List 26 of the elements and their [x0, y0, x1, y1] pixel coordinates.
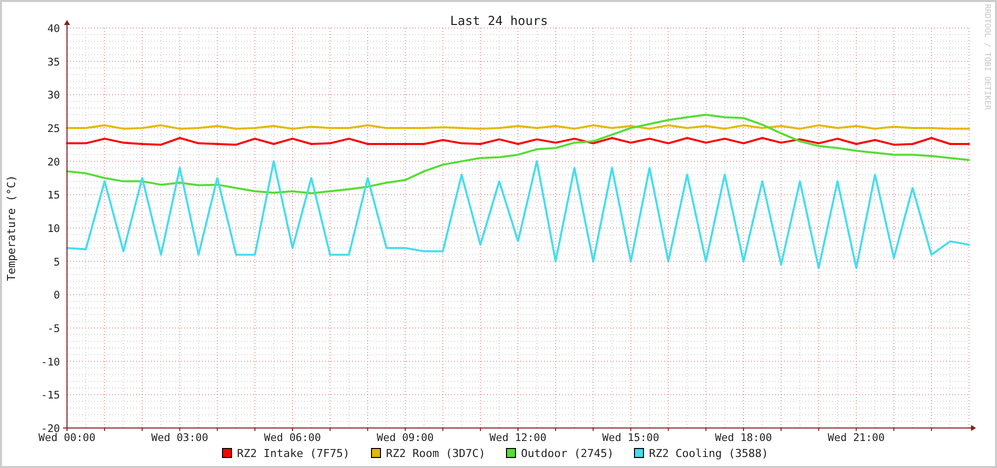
axis-tick-label: Wed 15:00 — [602, 432, 660, 444]
axis-tick-label: Wed 06:00 — [264, 432, 321, 444]
axis-tick-label: Wed 21:00 — [828, 432, 885, 444]
axis-tick-label: Wed 03:00 — [151, 432, 208, 444]
legend-label: RZ2 Cooling (3588) — [649, 447, 768, 460]
axis-tick-label: 10 — [47, 223, 60, 235]
axis-tick-label: Wed 18:00 — [715, 432, 772, 444]
axis-tick-label: 0 — [54, 290, 60, 302]
legend-label: Outdoor (2745) — [521, 447, 614, 460]
chart-title: Last 24 hours — [450, 13, 548, 28]
axis-tick-label: Wed 09:00 — [376, 432, 434, 444]
axis-tick-label: -15 — [41, 390, 60, 402]
axis-tick-label: 30 — [47, 90, 60, 102]
axis-tick-label: 20 — [47, 156, 60, 168]
axis-tick-label: -10 — [41, 356, 60, 368]
y-axis-label: Temperature (°C) — [5, 175, 18, 281]
axis-tick-label: 35 — [47, 56, 60, 68]
axis-tick-label: Wed 12:00 — [490, 432, 546, 444]
axis-tick-label: -5 — [47, 323, 60, 335]
legend-label: RZ2 Room (3D7C) — [386, 447, 486, 460]
axis-tick-label: 25 — [47, 123, 60, 135]
axis-tick-label: 40 — [47, 23, 60, 35]
axis-tick-label: Wed 00:00 — [38, 432, 96, 444]
legend-label: RZ2 Intake (7F75) — [237, 447, 350, 460]
axis-tick-label: 15 — [47, 190, 60, 202]
axis-tick-label: 5 — [54, 256, 60, 268]
